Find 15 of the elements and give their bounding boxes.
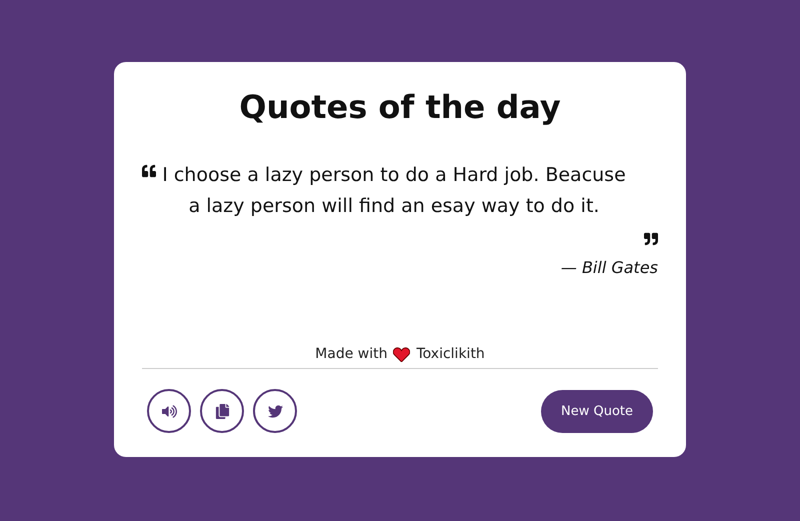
author-name: Toxiclikith (416, 346, 485, 362)
card-title: Quotes of the day (238, 88, 562, 126)
copy-button[interactable] (200, 389, 244, 433)
new-quote-button[interactable]: New Quote (540, 390, 653, 432)
tweet-button[interactable] (253, 389, 297, 433)
quote-author: — Bill Gates (560, 258, 658, 277)
bird-icon (268, 404, 282, 418)
quote-text: I choose a lazy person to do a Hard job. Beacuse a lazy person will find an esay way to do it. (161, 163, 627, 219)
speaker-icon (162, 404, 176, 418)
quote-open-icon (142, 164, 156, 178)
credit-text: Made with (315, 346, 388, 362)
copy-icon (214, 404, 230, 418)
heart-icon (393, 346, 410, 362)
speak-button[interactable] (147, 389, 191, 433)
quote-close-icon (644, 232, 658, 246)
